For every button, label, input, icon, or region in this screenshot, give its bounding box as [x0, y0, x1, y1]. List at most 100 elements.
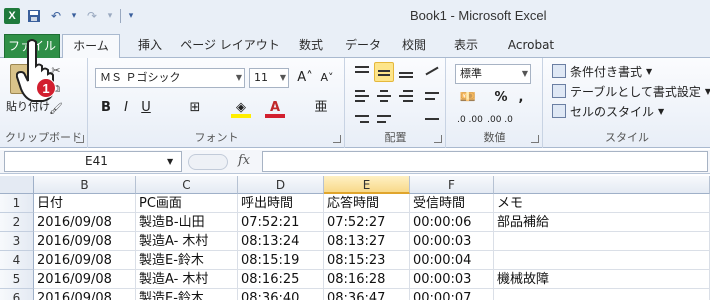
grid-cell[interactable]: 07:52:21	[238, 213, 324, 232]
decrease-indent-icon[interactable]	[352, 110, 372, 130]
tab-acrobat[interactable]: Acrobat	[498, 34, 564, 58]
grid-cell[interactable]: 呼出時間	[238, 194, 324, 213]
format-as-table-button[interactable]: テーブルとして書式設定 ▼	[552, 82, 710, 100]
format-painter-icon[interactable]: 🖌	[48, 102, 64, 116]
spreadsheet-grid[interactable]: B C D E F 1 日付 PC画面 呼出時間 応答時間 受信時間 メモ 2 2016/09/…	[0, 176, 710, 300]
grid-cell[interactable]	[494, 289, 710, 300]
insert-function-button[interactable]: fx	[238, 153, 250, 168]
conditional-formatting-button[interactable]: 条件付き書式 ▼	[552, 62, 652, 80]
grid-cell[interactable]: 製造A- 木村	[136, 232, 238, 251]
wrap-text-icon[interactable]	[422, 86, 442, 106]
excel-app-icon[interactable]: X	[4, 8, 20, 24]
font-launcher-icon[interactable]	[333, 135, 341, 143]
column-header-g[interactable]	[494, 176, 710, 194]
currency-icon[interactable]: 💴	[457, 88, 479, 108]
font-size-select[interactable]: 11 ▼	[249, 68, 289, 88]
number-format-select[interactable]: 標準 ▼	[455, 64, 531, 84]
fill-color-icon[interactable]: ◈	[231, 98, 251, 118]
redo-dropdown-icon[interactable]: ▾	[106, 8, 114, 24]
grid-cell[interactable]: 製造E-鈴木	[136, 251, 238, 270]
tab-page-layout[interactable]: ページ レイアウト	[178, 34, 282, 58]
grid-cell[interactable]: 2016/09/08	[34, 270, 136, 289]
undo-icon[interactable]: ↶	[48, 8, 64, 24]
grid-cell[interactable]: 08:15:23	[324, 251, 410, 270]
grid-cell[interactable]: メモ	[494, 194, 710, 213]
font-color-button[interactable]: A	[265, 98, 285, 118]
row-header[interactable]: 5	[0, 270, 34, 289]
grid-cell[interactable]	[494, 232, 710, 251]
underline-button[interactable]: U	[137, 98, 155, 118]
comma-button[interactable]: ,	[513, 88, 529, 108]
column-header-b[interactable]: B	[34, 176, 136, 194]
row-header[interactable]: 4	[0, 251, 34, 270]
grid-cell[interactable]	[494, 251, 710, 270]
grid-cell[interactable]: 00:00:03	[410, 270, 494, 289]
shrink-font-button[interactable]: A˅	[317, 68, 337, 88]
grid-cell[interactable]: 受信時間	[410, 194, 494, 213]
percent-button[interactable]: %	[493, 88, 509, 108]
grid-cell[interactable]: 08:15:19	[238, 251, 324, 270]
grid-cell[interactable]: 製造E-鈴木	[136, 289, 238, 300]
name-box[interactable]: E41 ▼	[4, 151, 182, 172]
formula-input[interactable]	[262, 151, 708, 172]
grid-cell[interactable]: 00:00:07	[410, 289, 494, 300]
grid-cell[interactable]: 00:00:06	[410, 213, 494, 232]
alignment-launcher-icon[interactable]	[434, 135, 442, 143]
align-left-icon[interactable]	[352, 86, 372, 106]
tab-insert[interactable]: 挿入	[128, 34, 172, 58]
number-launcher-icon[interactable]	[531, 135, 539, 143]
column-header-d[interactable]: D	[238, 176, 324, 194]
tab-home[interactable]: ホーム	[62, 34, 120, 59]
phonetic-button[interactable]: 亜	[311, 98, 331, 118]
row-header[interactable]: 1	[0, 194, 34, 213]
font-name-select[interactable]: ＭＳ Ｐゴシック ▼	[95, 68, 245, 88]
grid-cell[interactable]: 応答時間	[324, 194, 410, 213]
customize-qat-icon[interactable]: ▾	[127, 8, 135, 24]
grid-cell[interactable]: 08:36:47	[324, 289, 410, 300]
bold-button[interactable]: B	[97, 98, 115, 118]
grid-cell[interactable]: 07:52:27	[324, 213, 410, 232]
grid-cell[interactable]: 08:36:40	[238, 289, 324, 300]
grid-cell[interactable]: PC画面	[136, 194, 238, 213]
italic-button[interactable]: I	[117, 98, 135, 118]
border-icon[interactable]: ⊞	[185, 98, 205, 118]
grid-cell[interactable]: 08:16:25	[238, 270, 324, 289]
grid-cell[interactable]: 00:00:03	[410, 232, 494, 251]
row-header[interactable]: 2	[0, 213, 34, 232]
clipboard-launcher-icon[interactable]	[76, 135, 84, 143]
save-icon[interactable]	[26, 8, 42, 24]
grid-cell[interactable]: 製造B-山田	[136, 213, 238, 232]
align-right-icon[interactable]	[396, 86, 416, 106]
column-header-c[interactable]: C	[136, 176, 238, 194]
chevron-down-icon[interactable]: ▼	[167, 152, 173, 171]
grid-cell[interactable]: 08:13:27	[324, 232, 410, 251]
grid-cell[interactable]: 機械故障	[494, 270, 710, 289]
row-header[interactable]: 3	[0, 232, 34, 251]
grid-cell[interactable]: 08:13:24	[238, 232, 324, 251]
merge-center-icon[interactable]	[422, 110, 442, 130]
tab-review[interactable]: 校閲	[392, 34, 436, 58]
cell-styles-button[interactable]: セルのスタイル ▼	[552, 102, 664, 120]
column-header-e[interactable]: E	[324, 176, 410, 194]
row-header[interactable]: 6	[0, 289, 34, 300]
grid-cell[interactable]: 2016/09/08	[34, 251, 136, 270]
column-header-f[interactable]: F	[410, 176, 494, 194]
align-bottom-icon[interactable]	[396, 62, 416, 82]
grid-cell[interactable]: 08:16:28	[324, 270, 410, 289]
grid-cell[interactable]: 製造A- 木村	[136, 270, 238, 289]
grid-cell[interactable]: 部品補給	[494, 213, 710, 232]
tab-data[interactable]: データ	[338, 34, 388, 58]
grid-cell[interactable]: 00:00:04	[410, 251, 494, 270]
select-all-corner[interactable]	[0, 176, 34, 194]
undo-dropdown-icon[interactable]: ▾	[70, 8, 78, 24]
grid-cell[interactable]: 2016/09/08	[34, 213, 136, 232]
tab-formulas[interactable]: 数式	[288, 34, 334, 58]
increase-indent-icon[interactable]	[374, 110, 394, 130]
increase-decimal-icon[interactable]: .0 .00	[457, 110, 483, 130]
align-top-icon[interactable]	[352, 62, 372, 82]
align-center-icon[interactable]	[374, 86, 394, 106]
grid-cell[interactable]: 2016/09/08	[34, 289, 136, 300]
grow-font-button[interactable]: A˄	[295, 68, 315, 88]
align-middle-icon[interactable]	[374, 62, 394, 82]
grid-cell[interactable]: 2016/09/08	[34, 232, 136, 251]
